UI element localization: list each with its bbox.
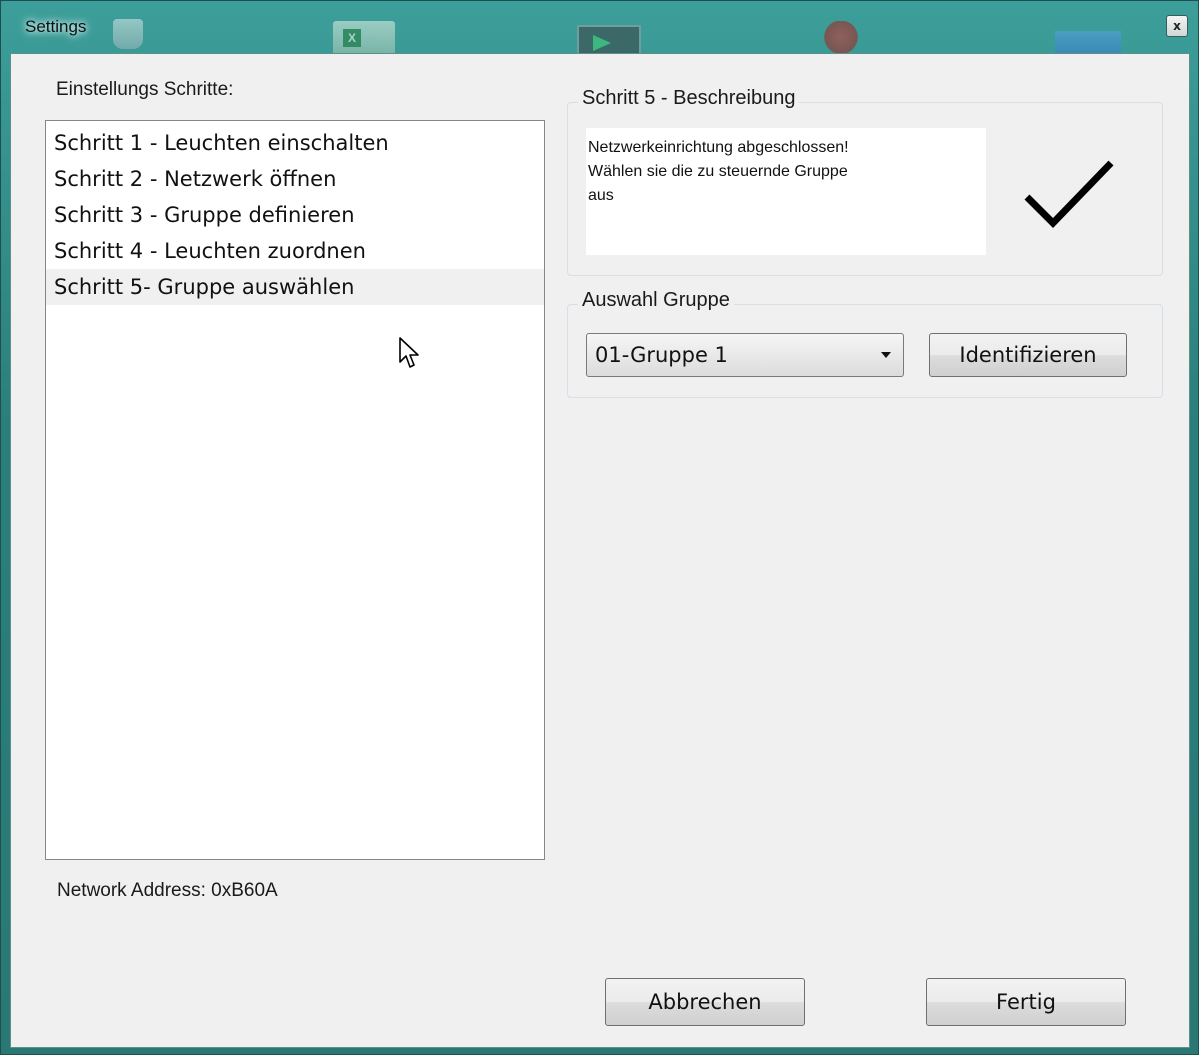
step-item-5[interactable]: Schritt 5- Gruppe auswählen	[46, 269, 544, 305]
mouse-pointer-icon	[399, 337, 419, 368]
step-item-2[interactable]: Schritt 2 - Netzwerk öffnen	[46, 161, 544, 197]
finish-button[interactable]: Fertig	[926, 978, 1126, 1026]
group-dropdown[interactable]: 01-Gruppe 1	[586, 333, 904, 377]
recycle-bin-icon	[113, 19, 143, 49]
network-address: Network Address: 0xB60A	[57, 880, 278, 901]
group-select-groupbox: Auswahl Gruppe 01-Gruppe 1 Identifiziere…	[567, 289, 1163, 398]
group-select-title: Auswahl Gruppe	[578, 289, 734, 312]
checkmark-icon	[1024, 160, 1114, 228]
close-icon: x	[1173, 19, 1181, 33]
title-bar[interactable]: X Settings x	[1, 1, 1198, 61]
description-line-3: aus	[588, 187, 614, 204]
steps-heading: Einstellungs Schritte:	[56, 79, 234, 100]
client-area: Einstellungs Schritte: Schritt 1 - Leuch…	[10, 53, 1190, 1048]
description-title: Schritt 5 - Beschreibung	[578, 87, 800, 110]
group-dropdown-value: 01-Gruppe 1	[595, 343, 728, 367]
step-item-3[interactable]: Schritt 3 - Gruppe definieren	[46, 197, 544, 233]
identify-button[interactable]: Identifizieren	[929, 333, 1127, 377]
ladybug-icon	[819, 21, 863, 57]
description-groupbox: Schritt 5 - Beschreibung Netzwerkeinrich…	[567, 87, 1163, 276]
settings-window: X Settings x Einstellungs Schritte: Schr…	[0, 0, 1199, 1055]
description-line-2: Wählen sie die zu steuernde Gruppe	[588, 163, 848, 180]
step-item-4[interactable]: Schritt 4 - Leuchten zuordnen	[46, 233, 544, 269]
close-button[interactable]: x	[1166, 15, 1188, 37]
description-text: Netzwerkeinrichtung abgeschlossen! Wähle…	[586, 128, 986, 255]
steps-list[interactable]: Schritt 1 - Leuchten einschalten Schritt…	[45, 120, 545, 860]
window-title: Settings	[25, 17, 87, 36]
dropdown-arrow-icon	[881, 352, 891, 358]
cancel-button[interactable]: Abbrechen	[605, 978, 805, 1026]
description-line-1: Netzwerkeinrichtung abgeschlossen!	[588, 139, 849, 156]
step-item-1[interactable]: Schritt 1 - Leuchten einschalten	[46, 125, 544, 161]
